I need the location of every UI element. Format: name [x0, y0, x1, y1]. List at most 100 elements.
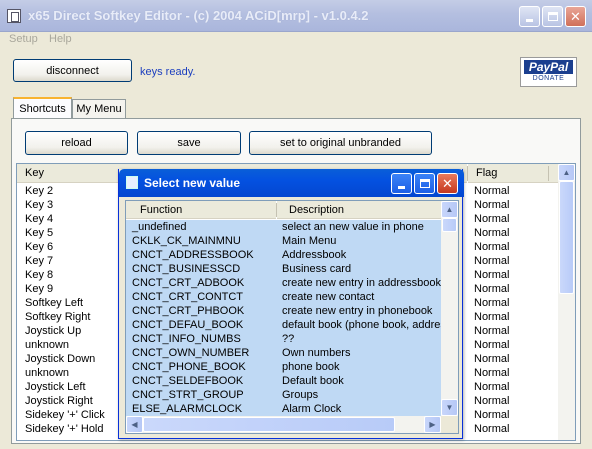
- function-cell[interactable]: CNCT_OWN_NUMBER: [132, 346, 249, 360]
- function-cell[interactable]: CNCT_STRT_GROUP: [132, 388, 244, 402]
- function-cell[interactable]: CNCT_BUSINESSCD: [132, 262, 240, 276]
- description-cell[interactable]: select an new value in phone: [282, 220, 441, 234]
- function-list-vscrollbar[interactable]: ▲ ▼: [441, 201, 458, 416]
- key-cell[interactable]: Softkey Left: [25, 296, 83, 310]
- key-cell[interactable]: Key 3: [25, 198, 53, 212]
- key-cell[interactable]: Sidekey '+' Click: [25, 408, 105, 422]
- key-cell[interactable]: Key 7: [25, 254, 53, 268]
- maximize-button[interactable]: [542, 6, 563, 27]
- flag-column-header[interactable]: Flag: [468, 164, 559, 183]
- scroll-thumb[interactable]: [559, 181, 574, 294]
- function-cell[interactable]: CNCT_INFO_NUMBS: [132, 332, 241, 346]
- disconnect-button[interactable]: disconnect: [13, 59, 132, 82]
- flag-cell[interactable]: Normal: [474, 268, 509, 282]
- key-cell[interactable]: Softkey Right: [25, 310, 90, 324]
- select-value-dialog: Select new value ✕ Function Description …: [118, 169, 464, 439]
- function-cell[interactable]: ELSE_ALARMCLOCK: [132, 402, 242, 416]
- donate-label: DONATE: [532, 75, 565, 82]
- function-list-hscrollbar[interactable]: ◀ ▶: [126, 416, 441, 433]
- description-cell[interactable]: Alarm Clock: [282, 402, 441, 416]
- minimize-button[interactable]: [519, 6, 540, 27]
- flag-cell[interactable]: Normal: [474, 226, 509, 240]
- flag-cell[interactable]: Normal: [474, 408, 509, 422]
- key-cell[interactable]: unknown: [25, 338, 69, 352]
- key-cell[interactable]: unknown: [25, 366, 69, 380]
- key-cell[interactable]: Joystick Down: [25, 352, 95, 366]
- menu-bar: Setup Help: [0, 32, 592, 49]
- flag-cell[interactable]: Normal: [474, 254, 509, 268]
- flag-cell[interactable]: Normal: [474, 422, 509, 436]
- key-cell[interactable]: Joystick Left: [25, 380, 86, 394]
- save-button[interactable]: save: [137, 131, 241, 155]
- function-cell[interactable]: CNCT_ADDRESSBOOK: [132, 248, 254, 262]
- key-cell[interactable]: Joystick Up: [25, 324, 81, 338]
- function-cell[interactable]: CNCT_CRT_PHBOOK: [132, 304, 244, 318]
- key-cell[interactable]: Key 6: [25, 240, 53, 254]
- column-divider: [467, 166, 468, 181]
- flag-cell[interactable]: Normal: [474, 282, 509, 296]
- key-cell[interactable]: Sidekey '+' Hold: [25, 422, 104, 436]
- description-cell[interactable]: Default book: [282, 374, 441, 388]
- key-cell[interactable]: Key 5: [25, 226, 53, 240]
- flag-cell[interactable]: Normal: [474, 324, 509, 338]
- flag-cell[interactable]: Normal: [474, 184, 509, 198]
- flag-cell[interactable]: Normal: [474, 394, 509, 408]
- description-column-header[interactable]: Description: [277, 201, 441, 219]
- key-list-scrollbar[interactable]: ▲: [558, 164, 575, 440]
- function-cell[interactable]: CNCT_PHONE_BOOK: [132, 360, 246, 374]
- dialog-close-button[interactable]: ✕: [437, 173, 458, 194]
- flag-cell[interactable]: Normal: [474, 338, 509, 352]
- description-cell[interactable]: Main Menu: [282, 234, 441, 248]
- reset-unbranded-button[interactable]: set to original unbranded: [249, 131, 432, 155]
- flag-cell[interactable]: Normal: [474, 296, 509, 310]
- key-cell[interactable]: Key 9: [25, 282, 53, 296]
- close-button[interactable]: ✕: [565, 6, 586, 27]
- flag-cell[interactable]: Normal: [474, 212, 509, 226]
- description-cell[interactable]: default book (phone book, address: [282, 318, 441, 332]
- flag-cell[interactable]: Normal: [474, 380, 509, 394]
- description-cell[interactable]: Business card: [282, 262, 441, 276]
- tab-my-menu[interactable]: My Menu: [72, 99, 126, 118]
- function-cell[interactable]: CNCT_SELDEFBOOK: [132, 374, 243, 388]
- key-cell[interactable]: Key 2: [25, 184, 53, 198]
- dialog-maximize-button[interactable]: [414, 173, 435, 194]
- key-cell[interactable]: Key 4: [25, 212, 53, 226]
- description-cell[interactable]: create new entry in addressbook: [282, 276, 441, 290]
- description-cell[interactable]: create new contact: [282, 290, 441, 304]
- function-cell[interactable]: CKLK_CK_MAINMNU: [132, 234, 241, 248]
- scroll-thumb[interactable]: [442, 218, 457, 232]
- paypal-donate-button[interactable]: PayPal DONATE: [520, 57, 577, 87]
- function-cell[interactable]: CNCT_DEFAU_BOOK: [132, 318, 243, 332]
- flag-cell[interactable]: Normal: [474, 366, 509, 380]
- function-cell[interactable]: CNCT_CRT_CONTCT: [132, 290, 243, 304]
- description-cell[interactable]: Own numbers: [282, 346, 441, 360]
- scroll-down-icon: ▼: [445, 403, 454, 412]
- function-column-header[interactable]: Function: [126, 201, 276, 219]
- key-cell[interactable]: Joystick Right: [25, 394, 93, 408]
- scroll-up-icon: ▲: [445, 205, 454, 214]
- description-cell[interactable]: Addressbook: [282, 248, 441, 262]
- flag-cell[interactable]: Normal: [474, 352, 509, 366]
- function-cell[interactable]: _undefined: [132, 220, 186, 234]
- menu-help[interactable]: Help: [49, 33, 72, 45]
- scroll-up-button[interactable]: ▲: [441, 201, 458, 218]
- description-cell[interactable]: phone book: [282, 360, 441, 374]
- flag-cell[interactable]: Normal: [474, 310, 509, 324]
- scroll-down-button[interactable]: ▼: [441, 399, 458, 416]
- reload-button[interactable]: reload: [25, 131, 128, 155]
- tab-shortcuts[interactable]: Shortcuts: [13, 97, 72, 118]
- scroll-right-button[interactable]: ▶: [424, 416, 441, 433]
- menu-setup[interactable]: Setup: [9, 33, 38, 45]
- key-cell[interactable]: Key 8: [25, 268, 53, 282]
- dialog-minimize-button[interactable]: [391, 173, 412, 194]
- function-cell[interactable]: CNCT_CRT_ADBOOK: [132, 276, 244, 290]
- function-list[interactable]: Function Description _undefined select an…: [125, 200, 459, 434]
- scroll-up-button[interactable]: ▲: [558, 164, 575, 181]
- scroll-left-button[interactable]: ◀: [126, 416, 143, 433]
- hscroll-thumb[interactable]: [143, 417, 395, 432]
- flag-cell[interactable]: Normal: [474, 240, 509, 254]
- flag-cell[interactable]: Normal: [474, 198, 509, 212]
- description-cell[interactable]: ??: [282, 332, 441, 346]
- description-cell[interactable]: Groups: [282, 388, 441, 402]
- description-cell[interactable]: create new entry in phonebook: [282, 304, 441, 318]
